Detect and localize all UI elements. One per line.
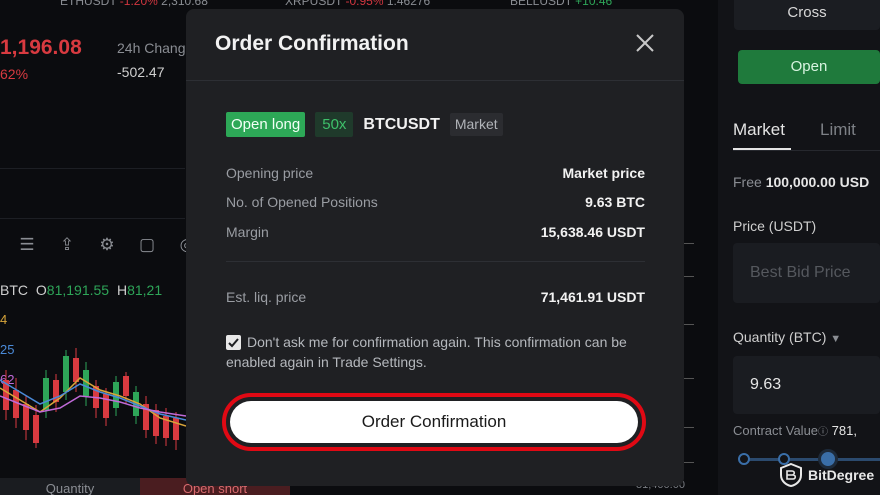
ticker-price: 1.46276: [386, 0, 431, 8]
dont-ask-option: Don't ask me for confirmation again. Thi…: [226, 332, 646, 372]
order-confirmation-button[interactable]: Order Confirmation: [230, 401, 638, 443]
free-balance: Free 100,000.00 USD: [733, 174, 869, 190]
open-tab-button[interactable]: Open: [738, 50, 880, 84]
ticker-item[interactable]: ETHUSDT -1.20% 2,310.68: [60, 0, 208, 8]
dont-ask-text: Don't ask me for confirmation again. Thi…: [226, 334, 627, 370]
quantity-slider-track[interactable]: [743, 458, 880, 461]
axis-tick: [684, 378, 694, 379]
price-label: Price (USDT): [733, 218, 817, 234]
detail-value: Market price: [562, 165, 645, 181]
share-icon[interactable]: ⇪: [56, 234, 78, 256]
dialog-title: Order Confirmation: [215, 32, 409, 55]
quantity-tab[interactable]: Quantity: [0, 478, 140, 495]
est-liq-value: 71,461.91 USDT: [540, 289, 645, 305]
ohlc-readout: BTC O81,191.55 H81,21: [0, 282, 162, 298]
close-icon[interactable]: [633, 31, 657, 55]
tab-limit[interactable]: Limit: [820, 120, 856, 140]
ohlc-symbol: BTC: [0, 282, 28, 298]
contract-value-amount: 781,: [831, 423, 857, 438]
dont-ask-checkbox[interactable]: [226, 335, 241, 350]
slider-step-dot[interactable]: [738, 453, 750, 465]
contract-value-label: Contract Value: [733, 423, 819, 438]
free-value: 100,000.00 USD: [765, 174, 870, 190]
axis-tick: [684, 243, 694, 244]
side-badge: Open long: [226, 112, 306, 137]
order-tags: Open long 50x BTCUSDT Market: [226, 112, 503, 137]
divider: [0, 218, 185, 219]
last-price-change-pct: 62%: [0, 66, 29, 82]
symbol-label: BTCUSDT: [363, 115, 440, 133]
axis-tick: [684, 462, 694, 463]
change-24h-value: -502.47: [117, 64, 165, 80]
ticker-symbol: XRPUSDT: [285, 0, 343, 8]
tab-market[interactable]: Market: [733, 120, 785, 140]
ticker-change: -0.95%: [345, 0, 384, 8]
order-type-badge: Market: [449, 113, 503, 136]
candlestick-chart: [0, 348, 186, 450]
chart-toolbar: ☰ ⇪ ⚙ ▢ ◎: [0, 232, 198, 258]
bitdegree-watermark: BitDegree: [780, 463, 874, 487]
quantity-input[interactable]: 9.63: [733, 356, 880, 414]
price-input[interactable]: Best Bid Price: [733, 243, 880, 303]
detail-row: Opening price Market price: [226, 163, 645, 183]
ticker-item[interactable]: XRPUSDT -0.95% 1.46276: [285, 0, 430, 8]
change-24h-label: 24h Chang: [117, 40, 186, 56]
quantity-label-text: Quantity (BTC): [733, 329, 827, 345]
ticker-change: +10.46: [575, 0, 613, 8]
order-confirmation-dialog: Order Confirmation Open long 50x BTCUSDT…: [186, 9, 684, 486]
trade-panel: Cross Open Market Limit Free 100,000.00 …: [718, 0, 880, 495]
watermark-text: BitDegree: [808, 467, 875, 483]
ohlc-high-label: H: [116, 282, 128, 298]
list-icon[interactable]: ☰: [16, 234, 38, 256]
dialog-header: Order Confirmation: [186, 9, 684, 81]
detail-row: No. of Opened Positions 9.63 BTC: [226, 192, 645, 212]
price-axis: [684, 0, 708, 495]
detail-value: 15,638.46 USDT: [540, 224, 645, 240]
est-liq-label: Est. liq. price: [226, 289, 307, 305]
est-liq-row: Est. liq. price 71,461.91 USDT: [226, 287, 645, 307]
gear-icon[interactable]: ⚙: [96, 234, 118, 256]
candles: [3, 348, 179, 450]
detail-key: Margin: [226, 224, 269, 240]
leverage-badge: 50x: [315, 112, 354, 137]
ticker-change: -1.20%: [119, 0, 158, 8]
ohlc-open-label: O: [35, 282, 47, 298]
detail-key: No. of Opened Positions: [226, 194, 378, 210]
divider: [733, 150, 880, 151]
ohlc-open-value: 81,191.55: [46, 282, 110, 298]
check-icon: [228, 338, 239, 348]
quantity-label[interactable]: Quantity (BTC) ▼: [733, 329, 841, 345]
bitdegree-logo-icon: [780, 463, 802, 487]
axis-tick: [684, 276, 694, 277]
detail-value: 9.63 BTC: [585, 194, 645, 210]
divider: [0, 168, 185, 169]
fullscreen-icon[interactable]: ▢: [136, 234, 158, 256]
margin-mode-button[interactable]: Cross: [734, 0, 880, 30]
detail-key: Opening price: [226, 165, 314, 181]
ticker-item[interactable]: BELLUSDT +10.46: [510, 0, 612, 8]
ticker-symbol: BELLUSDT: [510, 0, 572, 8]
last-price: 1,196.08: [0, 36, 82, 59]
contract-value: Contract Valueⓘ 781,: [733, 423, 857, 438]
ohlc-high-value: 81,21: [127, 282, 163, 298]
caret-down-icon: ▼: [830, 333, 842, 345]
free-label: Free: [733, 174, 762, 190]
axis-tick: [684, 427, 694, 428]
divider: [226, 261, 645, 262]
info-icon: ⓘ: [818, 427, 829, 438]
axis-tick: [684, 324, 694, 325]
ticker-symbol: ETHUSDT: [60, 0, 117, 8]
detail-row: Margin 15,638.46 USDT: [226, 222, 645, 242]
ticker-price: 2,310.68: [161, 0, 208, 8]
